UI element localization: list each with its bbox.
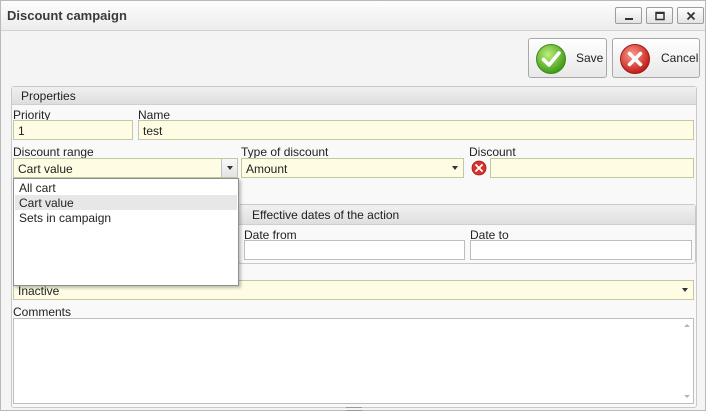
close-window-button[interactable] <box>677 7 704 24</box>
discount-range-dropdown: All cart Cart value Sets in campaign <box>13 178 239 286</box>
cancel-label: Cancel <box>661 51 699 65</box>
scroll-down-icon[interactable] <box>684 395 690 398</box>
type-of-discount-value: Amount <box>246 162 288 176</box>
scroll-up-icon[interactable] <box>684 324 690 327</box>
resize-grip[interactable] <box>346 407 362 411</box>
window-title: Discount campaign <box>7 8 127 23</box>
error-icon <box>471 160 487 176</box>
title-bar: Discount campaign <box>1 1 705 31</box>
effective-dates-header: Effective dates of the action <box>239 205 695 225</box>
effective-dates-title: Effective dates of the action <box>252 208 400 222</box>
date-to-input[interactable] <box>470 240 692 260</box>
minimize-button[interactable] <box>615 7 642 24</box>
status-value: Inactive <box>18 284 60 298</box>
chevron-down-icon[interactable] <box>447 159 463 177</box>
comments-textarea[interactable] <box>13 318 694 404</box>
discount-range-label: Discount range <box>13 145 94 159</box>
cancel-x-icon <box>620 44 650 74</box>
close-icon <box>686 11 696 21</box>
checkmark-icon <box>536 44 566 74</box>
maximize-button[interactable] <box>646 7 673 24</box>
save-button[interactable]: Save <box>528 38 607 78</box>
type-of-discount-select[interactable]: Amount <box>241 158 464 178</box>
chevron-down-icon[interactable] <box>221 159 237 177</box>
dropdown-option-all-cart[interactable]: All cart <box>15 180 237 195</box>
discount-campaign-window: Discount campaign Save Cancel Properties… <box>0 0 706 411</box>
dropdown-option-cart-value[interactable]: Cart value <box>15 195 237 210</box>
chevron-down-icon[interactable] <box>677 281 693 299</box>
properties-header: Properties <box>12 87 696 105</box>
minimize-icon <box>625 18 633 20</box>
discount-range-select[interactable]: Cart value <box>13 158 238 178</box>
comments-scrollbar[interactable] <box>681 319 693 403</box>
comments-label: Comments <box>13 305 72 319</box>
save-label: Save <box>576 51 604 65</box>
maximize-icon <box>655 11 665 21</box>
dropdown-option-sets-in-campaign[interactable]: Sets in campaign <box>15 210 237 225</box>
properties-title: Properties <box>21 89 76 103</box>
discount-range-value: Cart value <box>18 162 73 176</box>
discount-label: Discount <box>469 145 516 159</box>
date-from-input[interactable] <box>244 240 465 260</box>
name-input[interactable]: test <box>138 120 694 140</box>
discount-input[interactable] <box>490 158 694 178</box>
cancel-button[interactable]: Cancel <box>612 38 700 78</box>
type-of-discount-label: Type of discount <box>241 145 329 159</box>
priority-input[interactable]: 1 <box>13 120 133 140</box>
